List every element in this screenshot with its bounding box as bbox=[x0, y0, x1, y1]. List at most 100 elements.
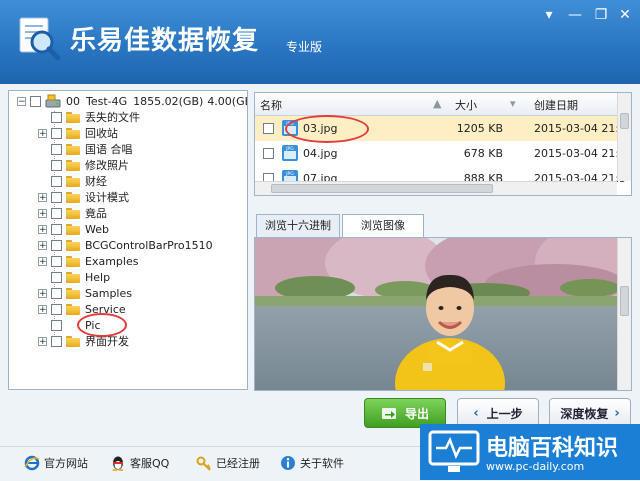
column-name-header[interactable]: 名称 bbox=[260, 97, 282, 113]
expand-icon[interactable]: + bbox=[38, 128, 47, 138]
folder-icon bbox=[66, 175, 80, 187]
about-link[interactable]: 关于软件 bbox=[280, 455, 344, 471]
file-name: 04.jpg bbox=[303, 147, 338, 160]
tree-item-label: Help bbox=[85, 270, 111, 284]
tree-item-label: BCGControlBarPro1510 bbox=[85, 238, 213, 252]
tab-hex-view[interactable]: 浏览十六进制 bbox=[256, 214, 340, 237]
expand-icon[interactable]: + bbox=[38, 288, 47, 298]
expand-icon[interactable]: + bbox=[38, 336, 47, 346]
monitor-logo-icon bbox=[428, 430, 480, 472]
folder-icon bbox=[66, 127, 80, 139]
folder-tree[interactable]: − 00 Test-4G 1855.02(GB) 4.00(GB) 丢失的文件 … bbox=[8, 90, 248, 390]
column-size-header[interactable]: 大小 bbox=[455, 97, 477, 113]
back-label: 上一步 bbox=[486, 406, 523, 421]
tree-item-checkbox[interactable] bbox=[51, 143, 62, 155]
file-created: 2015-03-04 21:5 bbox=[534, 147, 627, 160]
file-list[interactable]: 名称 ▲ 大小 ▾ 创建日期 JPG 03.jpg 1205 KB 2015-0… bbox=[254, 92, 632, 196]
watermark-title: 电脑百科知识 bbox=[486, 436, 619, 461]
tree-item-help[interactable]: Help bbox=[38, 269, 110, 285]
tree-item-checkbox[interactable] bbox=[51, 127, 62, 139]
tree-item-finance[interactable]: 财经 bbox=[38, 173, 107, 189]
scroll-thumb[interactable] bbox=[620, 286, 629, 316]
tree-item-checkbox[interactable] bbox=[51, 319, 62, 331]
expand-icon[interactable]: + bbox=[38, 208, 47, 218]
file-list-vertical-scrollbar[interactable] bbox=[617, 93, 631, 181]
tree-item-lost-files[interactable]: 丢失的文件 bbox=[38, 109, 140, 125]
website-label: 官方网站 bbox=[44, 457, 88, 470]
tree-item-label: 丢失的文件 bbox=[85, 111, 140, 124]
scroll-thumb[interactable] bbox=[271, 184, 493, 193]
tree-item-checkbox[interactable] bbox=[51, 271, 62, 283]
file-highlight-circle bbox=[285, 115, 369, 143]
menu-dropdown-button[interactable]: ▾ bbox=[536, 4, 562, 26]
tree-item-checkbox[interactable] bbox=[51, 207, 62, 219]
tree-item-label: 回收站 bbox=[85, 127, 118, 140]
file-checkbox[interactable] bbox=[263, 148, 274, 159]
expand-icon[interactable]: + bbox=[38, 240, 47, 250]
minimize-button[interactable]: — bbox=[562, 4, 588, 26]
tree-item-label: 竟品 bbox=[85, 207, 107, 220]
official-website-link[interactable]: 官方网站 bbox=[24, 455, 88, 471]
column-created-header[interactable]: 创建日期 bbox=[534, 97, 578, 113]
tree-item-samples[interactable]: + Samples bbox=[38, 285, 132, 301]
file-row[interactable]: JPG 04.jpg 678 KB 2015-03-04 21:5 bbox=[255, 141, 626, 166]
tree-item-label: 修改照片 bbox=[85, 159, 129, 172]
collapse-icon[interactable]: − bbox=[17, 96, 26, 106]
close-button[interactable]: ✕ bbox=[612, 4, 638, 26]
tree-root-row[interactable]: − 00 Test-4G 1855.02(GB) 4.00(GB) bbox=[17, 93, 247, 109]
qq-penguin-icon bbox=[112, 456, 124, 471]
tree-item-examples[interactable]: + Examples bbox=[38, 253, 138, 269]
tree-item-design-patterns[interactable]: + 设计模式 bbox=[38, 189, 129, 205]
export-label: 导出 bbox=[404, 406, 429, 421]
expand-icon[interactable]: + bbox=[38, 256, 47, 266]
root-name: Test-4G bbox=[86, 94, 128, 108]
file-checkbox[interactable] bbox=[263, 123, 274, 134]
file-created: 2015-03-04 21:5 bbox=[534, 122, 627, 135]
tree-item-checkbox[interactable] bbox=[51, 159, 62, 171]
tree-item-checkbox[interactable] bbox=[51, 287, 62, 299]
tree-item-checkbox[interactable] bbox=[51, 239, 62, 251]
preview-vertical-scrollbar[interactable] bbox=[617, 238, 631, 390]
expand-icon[interactable]: + bbox=[38, 192, 47, 202]
key-icon bbox=[196, 456, 211, 471]
svg-text:JPG: JPG bbox=[285, 171, 294, 177]
expand-icon[interactable]: + bbox=[38, 224, 47, 234]
tree-item-chorus[interactable]: 国语 合唱 bbox=[38, 141, 133, 157]
tree-item-bcgcontrolbarpro[interactable]: + BCGControlBarPro1510 bbox=[38, 237, 213, 253]
tree-item-checkbox[interactable] bbox=[51, 255, 62, 267]
file-size: 1205 KB bbox=[456, 122, 503, 135]
tree-item-checkbox[interactable] bbox=[51, 111, 62, 123]
folder-icon bbox=[66, 335, 80, 347]
sort-up-icon: ▲ bbox=[433, 97, 442, 110]
file-list-horizontal-scrollbar[interactable] bbox=[255, 181, 617, 195]
tree-item-checkbox[interactable] bbox=[51, 223, 62, 235]
tree-item-label: 国语 合唱 bbox=[85, 143, 133, 156]
tree-item-checkbox[interactable] bbox=[51, 175, 62, 187]
root-index: 00 bbox=[66, 94, 80, 108]
support-qq-link[interactable]: 客服QQ bbox=[110, 455, 169, 471]
tree-item-recycle-bin[interactable]: + 回收站 bbox=[38, 125, 118, 141]
folder-icon bbox=[66, 287, 80, 299]
title-bar: 乐易佳数据恢复 专业版 ▾ — ❐ ✕ bbox=[0, 0, 640, 84]
tree-item-checkbox[interactable] bbox=[51, 303, 62, 315]
tree-item-checkbox[interactable] bbox=[51, 191, 62, 203]
tree-item-competitors[interactable]: + 竟品 bbox=[38, 205, 107, 221]
tab-image-view[interactable]: 浏览图像 bbox=[342, 214, 424, 238]
drive-icon bbox=[45, 94, 61, 108]
support-label: 客服QQ bbox=[130, 457, 170, 470]
tree-item-edit-photos[interactable]: 修改照片 bbox=[38, 157, 129, 173]
expand-icon[interactable]: + bbox=[38, 304, 47, 314]
tree-item-checkbox[interactable] bbox=[51, 335, 62, 347]
tree-item-label: Web bbox=[85, 222, 109, 236]
tree-item-web[interactable]: + Web bbox=[38, 221, 109, 237]
tree-root-checkbox[interactable] bbox=[30, 95, 41, 107]
file-size: 678 KB bbox=[463, 147, 503, 160]
folder-icon bbox=[66, 207, 80, 219]
tree-item-label: Samples bbox=[85, 286, 132, 300]
registered-link[interactable]: 已经注册 bbox=[196, 455, 260, 471]
folder-icon bbox=[66, 111, 80, 123]
scroll-thumb[interactable] bbox=[620, 113, 629, 129]
tree-item-label: Examples bbox=[85, 254, 139, 268]
maximize-button[interactable]: ❐ bbox=[588, 4, 614, 26]
tree-item-ui-dev[interactable]: + 界面开发 bbox=[38, 333, 129, 349]
